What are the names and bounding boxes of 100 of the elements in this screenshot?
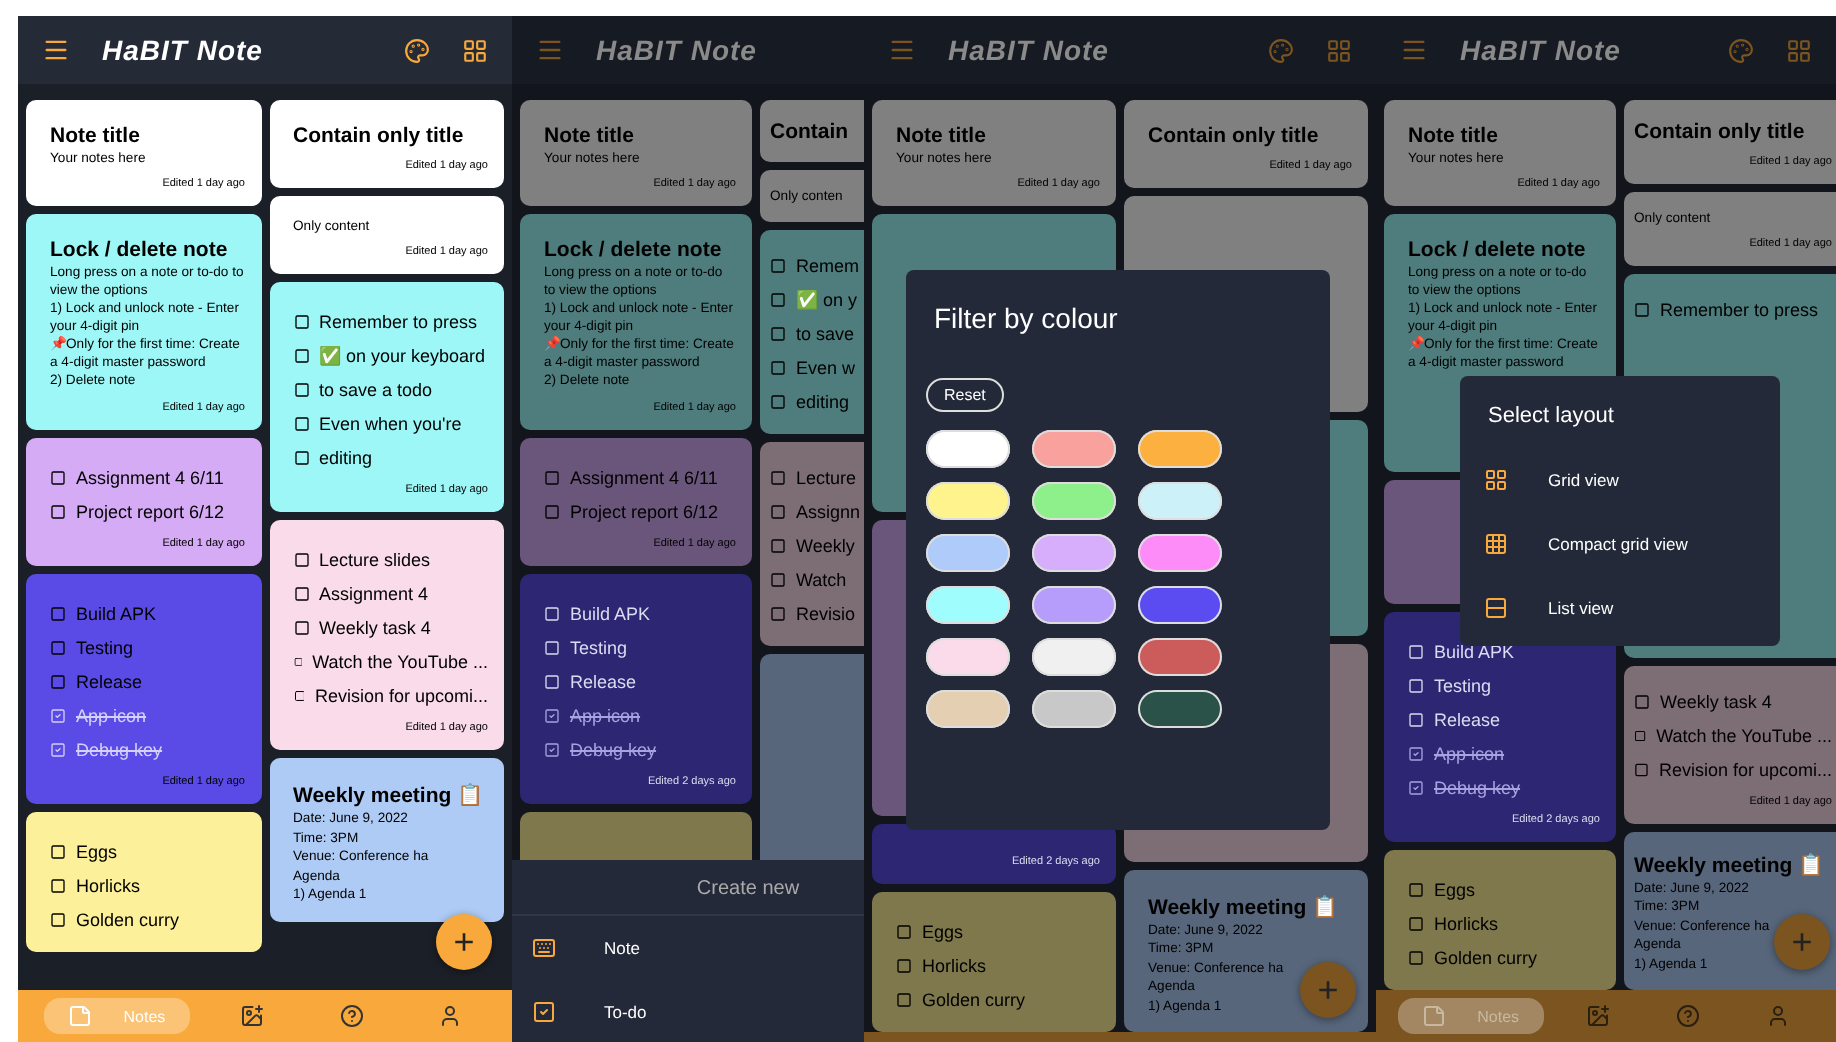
menu-item[interactable]: Compact grid view [1548,534,1688,554]
note-card[interactable]: Contain [760,100,864,162]
checkbox[interactable] [293,688,305,705]
checkbox[interactable] [770,394,786,411]
checkbox[interactable] [1408,882,1424,899]
checkbox[interactable] [770,538,786,555]
checkbox[interactable] [50,503,66,520]
color-swatch[interactable] [926,638,1010,676]
reset-button[interactable]: Reset [926,378,1004,412]
sheet-item[interactable]: To-do [604,1002,647,1022]
checkbox[interactable] [50,469,66,486]
todo-text: Horlicks [1434,914,1499,935]
menu-icon[interactable] [42,36,70,64]
checkbox[interactable] [770,504,786,521]
checkbox[interactable] [293,382,309,399]
color-swatch[interactable] [926,586,1010,624]
checkbox[interactable] [1408,780,1424,797]
checkbox[interactable] [293,314,309,331]
person-icon[interactable] [438,1004,463,1028]
color-swatch[interactable] [1032,638,1116,676]
checkbox[interactable] [770,360,786,377]
checkbox[interactable] [770,258,786,275]
color-swatch[interactable] [1138,534,1222,572]
checkbox[interactable] [293,450,309,467]
todo-text: Remem [796,256,860,277]
note-card[interactable]: Eggs Horlicks Golden curry [26,811,261,952]
note-title: Contain only title [1634,120,1805,144]
checkbox[interactable] [544,503,560,520]
checkbox[interactable] [770,572,786,589]
checkbox[interactable] [770,606,786,623]
checkbox[interactable] [50,639,66,656]
color-swatch[interactable] [1138,690,1222,728]
add-button[interactable]: + [436,914,492,970]
note-title: Lock / delete note [50,238,228,263]
checkbox[interactable] [50,673,66,690]
sheet-item[interactable]: Note [604,938,640,958]
keyboard-icon [532,936,556,960]
checkbox[interactable] [1408,916,1424,933]
checkbox[interactable] [1634,727,1647,744]
checkbox[interactable] [896,958,912,975]
note-card[interactable]: Lecture Assignn Weekly Watch Revisio [760,442,864,647]
checkbox[interactable] [50,877,66,894]
color-swatch[interactable] [1138,482,1222,520]
checkbox[interactable] [770,470,786,487]
checkbox[interactable] [50,843,66,860]
todo-text: Remember to press [1660,300,1819,321]
note-title: Contain only title [293,124,464,148]
color-swatch[interactable] [926,430,1010,468]
color-swatch[interactable] [1032,586,1116,624]
note-title: Note title [50,124,140,148]
todo-text: Revision for upcomi... [1658,759,1832,780]
todo-text: Golden curry [922,990,1026,1011]
note-card[interactable] [26,214,261,430]
todo-text: Horlicks [922,956,987,977]
color-swatch[interactable] [1032,534,1116,572]
todo-text: Release [570,671,637,692]
checkbox[interactable] [293,552,309,569]
checkbox[interactable] [1634,302,1650,319]
checkbox[interactable] [293,348,309,365]
color-swatch[interactable] [1138,430,1222,468]
color-swatch[interactable] [1138,638,1222,676]
checkbox[interactable] [1634,693,1650,710]
color-swatch[interactable] [1032,430,1116,468]
dialog-title: Filter by colour [934,302,1120,334]
grid-icon[interactable] [462,37,488,63]
checkbox[interactable] [293,586,309,603]
todo-text: Build APK [1434,642,1515,663]
help-icon[interactable] [339,1004,364,1028]
todo-text: editing [319,448,373,469]
checkbox[interactable] [896,992,912,1009]
note-card[interactable]: Remem ✅ on y to save Even w editing [760,230,864,435]
checkbox[interactable] [293,620,309,637]
todo-text: Build APK [76,603,157,624]
color-swatch[interactable] [926,690,1010,728]
color-swatch[interactable] [1032,482,1116,520]
checkbox[interactable] [770,292,786,309]
checkbox[interactable] [293,416,309,433]
color-swatch[interactable] [926,534,1010,572]
menu-item[interactable]: List view [1548,598,1614,618]
checkbox[interactable] [1408,746,1424,763]
checkbox[interactable] [896,924,912,941]
image-icon[interactable] [240,1004,265,1028]
todo-text: Project report 6/12 [76,501,225,522]
color-swatch[interactable] [1138,586,1222,624]
note-card[interactable]: Eggs Horlicks Golden curry [1384,850,1616,990]
menu-item[interactable]: Grid view [1548,470,1619,490]
note-card[interactable]: Eggs Horlicks Golden curry [872,892,1116,1032]
todo-text: to save a todo [319,380,433,401]
checkbox[interactable] [544,741,560,758]
checkbox[interactable] [544,707,560,724]
checkbox[interactable] [293,654,303,671]
color-swatch[interactable] [926,482,1010,520]
checkbox[interactable] [770,326,786,343]
checkbox[interactable] [1408,950,1424,967]
checkbox[interactable] [1634,761,1649,778]
checkbox[interactable] [50,605,66,622]
checkbox[interactable] [50,911,66,928]
color-swatch[interactable] [1032,690,1116,728]
checkbox[interactable] [544,469,560,486]
palette-icon[interactable] [404,37,430,63]
